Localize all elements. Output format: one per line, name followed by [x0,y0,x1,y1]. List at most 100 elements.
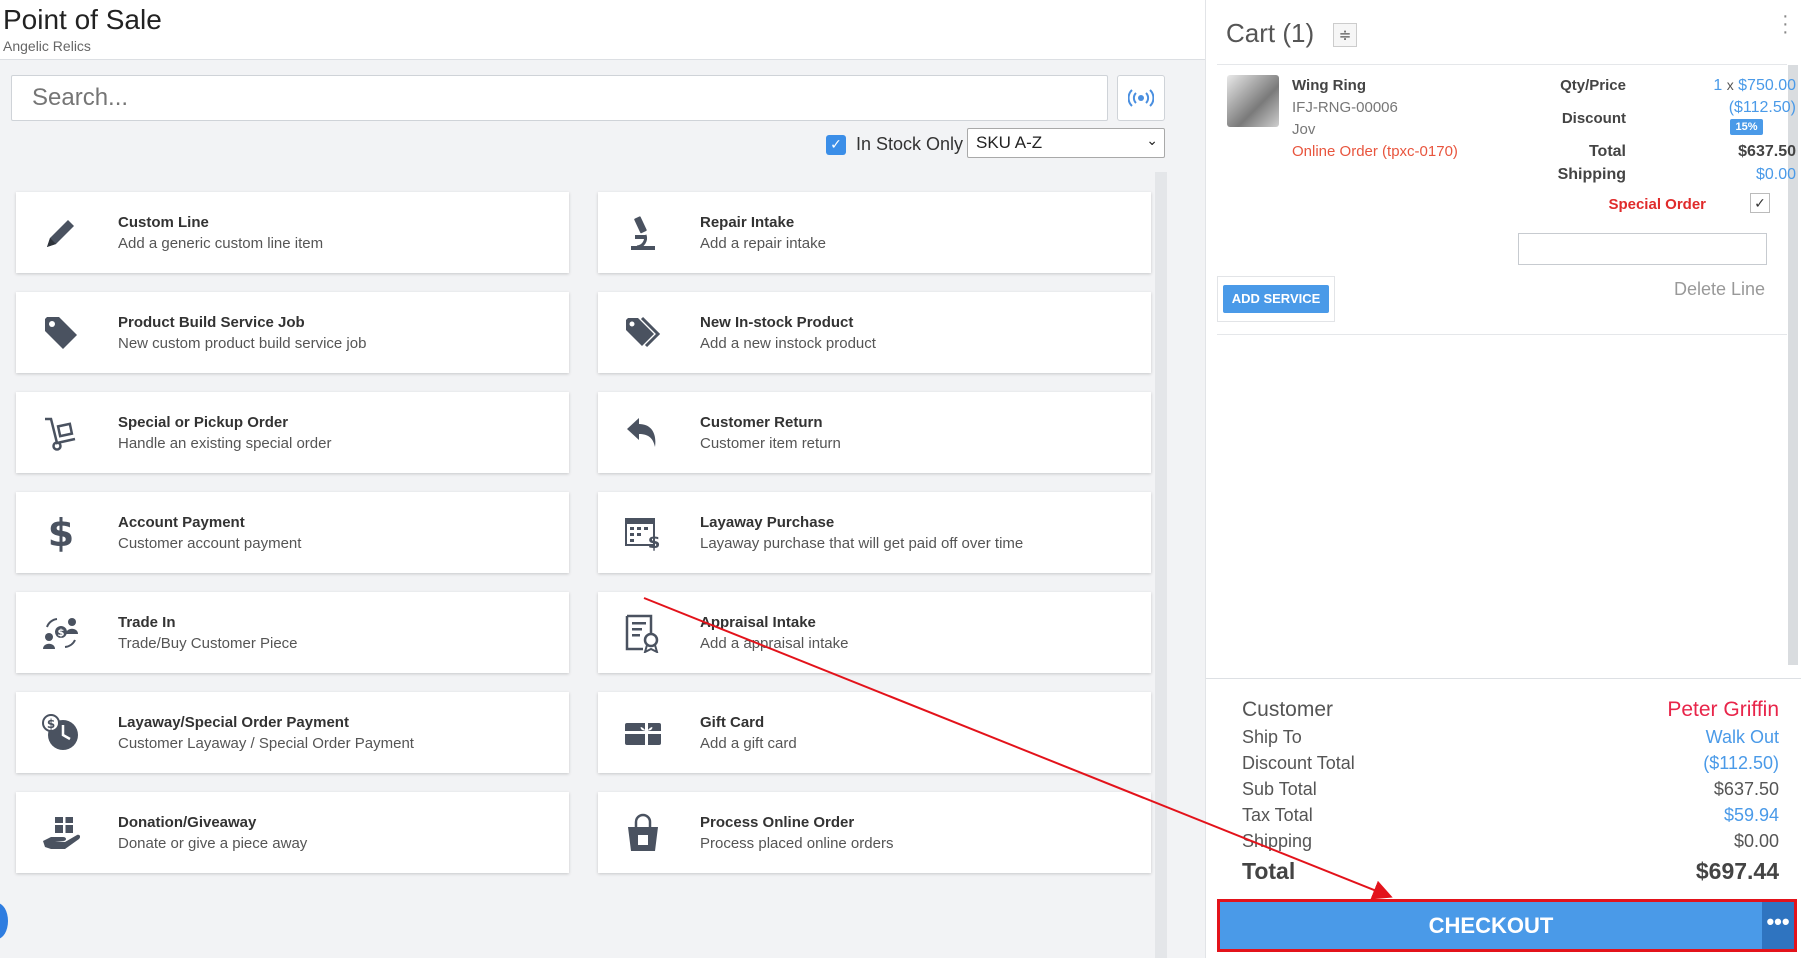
search-input[interactable] [11,75,1108,121]
action-card-donation[interactable]: Donation/Giveaway Donate or give a piece… [16,792,569,873]
action-card-trade-in[interactable]: $ Trade In Trade/Buy Customer Piece [16,592,569,673]
page-title: Point of Sale [3,4,162,35]
svg-text:$: $ [648,532,661,553]
actions-scrollbar[interactable] [1155,172,1167,958]
qty-price-value[interactable]: 1 x $750.00 [1646,77,1796,95]
special-order-checkbox[interactable]: ✓ [1750,193,1770,213]
qty-price-label: Qty/Price [1560,77,1626,94]
action-desc: Process placed online orders [700,835,894,852]
action-card-layaway-purchase[interactable]: $ Layaway Purchase Layaway purchase that… [598,492,1151,573]
hand-truck-icon [38,410,84,456]
sort-select[interactable]: SKU A-Z ⌄ [967,128,1165,158]
order-summary: Customer Peter Griffin Ship To Walk Out … [1206,678,1801,900]
action-desc: Donate or give a piece away [118,835,308,852]
action-desc: Add a new instock product [700,335,876,352]
svg-text:$: $ [48,513,74,553]
item-vendor: Jov [1292,121,1316,138]
more-options-button[interactable]: ••• [1762,902,1794,949]
action-title: New In-stock Product [700,314,854,331]
divider [1217,64,1787,65]
cart-panel: Cart (1) ≑ · · · Wing Ring IFJ-RNG-00006 J… [1205,0,1801,958]
price-value: $750.00 [1738,77,1796,94]
action-card-custom-line[interactable]: Custom Line Add a generic custom line it… [16,192,569,273]
store-name: Angelic Relics [3,38,91,54]
compress-icon: ≑ [1338,27,1352,44]
action-title: Customer Return [700,414,823,431]
shipping-label: Shipping [1242,831,1313,851]
broadcast-icon [1128,89,1154,107]
svg-text:$: $ [47,717,55,731]
shipping-value: $0.00 [1733,831,1779,851]
customer-name[interactable]: Peter Griffin [1667,698,1779,722]
action-desc: Layaway purchase that will get paid off … [700,535,1024,552]
action-desc: Add a repair intake [700,235,826,252]
action-card-layaway-payment[interactable]: $ Layaway/Special Order Payment Customer… [16,692,569,773]
grand-total-label: Total [1242,858,1296,884]
in-stock-label: In Stock Only [856,134,964,154]
action-desc: New custom product build service job [118,335,367,352]
add-service-wrap: ADD SERVICE [1217,276,1335,322]
divider [1217,334,1787,335]
customer-label: Customer [1242,698,1334,721]
scan-button[interactable] [1117,75,1165,121]
dollar-icon: $ [38,510,84,556]
action-title: Appraisal Intake [700,614,816,631]
online-order-link[interactable]: Online Order (tpxc-0170) [1292,143,1458,160]
action-desc: Add a gift card [700,735,797,752]
tax-total-value[interactable]: $59.94 [1724,805,1779,826]
ship-to-label: Ship To [1242,727,1302,747]
page-header: Point of Sale Angelic Relics [0,0,1205,60]
action-desc: Customer account payment [118,535,302,552]
special-order-label: Special Order [1608,196,1706,213]
sub-total-value: $637.50 [1713,779,1779,799]
action-title: Trade In [118,614,176,631]
line-note-input[interactable] [1518,233,1767,265]
action-title: Layaway/Special Order Payment [118,714,349,731]
action-desc: Handle an existing special order [118,435,332,452]
pencil-icon [38,210,84,256]
action-card-new-instock[interactable]: New In-stock Product Add a new instock p… [598,292,1151,373]
help-bubble[interactable] [0,903,8,939]
line-total-value: $637.50 [1738,143,1796,160]
discount-total-value[interactable]: ($112.50) [1703,753,1779,774]
discount-value[interactable]: ($112.50) [1646,99,1796,117]
qty-separator: x [1726,77,1734,93]
add-service-button[interactable]: ADD SERVICE [1223,285,1329,313]
gift-hand-icon [38,810,84,856]
chevron-down-icon: ⌄ [1146,132,1158,148]
tax-total-label: Tax Total [1242,805,1313,825]
action-title: Gift Card [700,714,765,731]
action-desc: Customer item return [700,435,841,452]
line-shipping-value[interactable]: $0.00 [1646,166,1796,184]
shopping-bag-icon [620,810,666,856]
action-desc: Add a appraisal intake [700,635,849,652]
action-card-repair-intake[interactable]: Repair Intake Add a repair intake [598,192,1151,273]
action-title: Product Build Service Job [118,314,305,331]
in-stock-filter[interactable]: ✓ In Stock Only [826,134,963,155]
item-name: Wing Ring [1292,77,1367,94]
action-card-account-payment[interactable]: $ Account Payment Customer account payme… [16,492,569,573]
action-title: Donation/Giveaway [118,814,257,831]
trade-people-icon: $ [38,610,84,656]
action-card-gift-card[interactable]: Gift Card Add a gift card [598,692,1151,773]
action-card-online-order[interactable]: Process Online Order Process placed onli… [598,792,1151,873]
clock-dollar-icon: $ [38,710,84,756]
delete-line-link[interactable]: Delete Line [1674,279,1765,300]
action-title: Repair Intake [700,214,795,231]
checkout-button[interactable]: CHECKOUT [1220,902,1762,949]
discount-label: Discount [1561,110,1626,127]
action-card-special-order[interactable]: Special or Pickup Order Handle an existi… [16,392,569,473]
product-thumbnail [1227,75,1279,127]
action-card-appraisal-intake[interactable]: Appraisal Intake Add a appraisal intake [598,592,1151,673]
gift-card-icon [620,710,666,756]
tags-icon [620,310,666,356]
in-stock-checkbox[interactable]: ✓ [826,134,846,155]
action-card-product-build[interactable]: Product Build Service Job New custom pro… [16,292,569,373]
compress-button[interactable]: ≑ [1333,23,1357,47]
action-card-customer-return[interactable]: Customer Return Customer item return [598,392,1151,473]
certificate-icon [620,610,666,656]
kebab-menu-icon[interactable]: · · · [1782,6,1789,42]
ship-to-value[interactable]: Walk Out [1706,727,1779,748]
grand-total-value: $697.44 [1695,858,1779,884]
action-desc: Add a generic custom line item [118,235,324,252]
